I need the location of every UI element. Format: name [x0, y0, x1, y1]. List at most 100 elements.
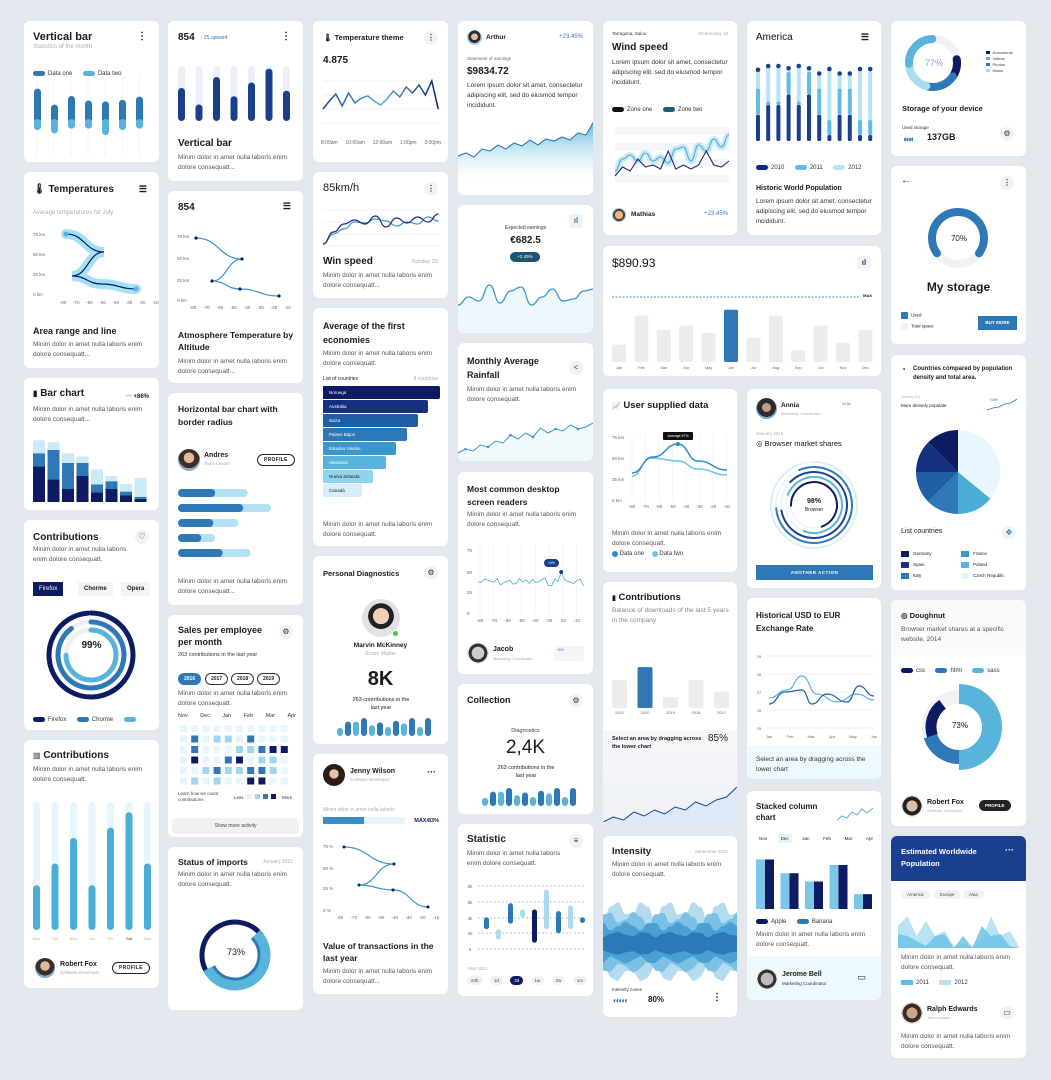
x-tick: -70	[350, 915, 357, 920]
buy-more-button[interactable]: BUY MORE	[978, 316, 1017, 330]
month-tab[interactable]: Nov	[756, 834, 770, 843]
band	[615, 127, 729, 135]
mini-bar-chart	[482, 788, 576, 806]
navigator-line-chart[interactable]	[603, 582, 737, 825]
profile-button[interactable]: PROFILE	[979, 800, 1011, 811]
day-label: Mon	[33, 936, 41, 941]
mini-bar	[498, 791, 504, 806]
y-tick: 75 km	[612, 435, 625, 440]
card-date: Sunday 23	[411, 259, 438, 265]
another-action-button[interactable]: ANOTHER ACTION	[756, 565, 873, 580]
message-icon[interactable]: ▭	[857, 972, 866, 983]
heatmap-cell	[224, 725, 232, 732]
stacked-segment	[756, 69, 760, 89]
month-tab[interactable]: Apr	[863, 834, 876, 843]
month-tab[interactable]: Dec	[777, 834, 792, 843]
heatmap-cell	[236, 746, 243, 753]
bar-value	[33, 885, 40, 930]
profile-button[interactable]: PROFILE	[112, 962, 150, 974]
range-tab[interactable]: 1m	[572, 976, 587, 985]
x-tick: -70	[203, 305, 210, 310]
mini-bar	[514, 795, 520, 806]
heatmap-cell	[191, 777, 199, 785]
mini-bar	[377, 722, 383, 736]
countries-compared-card: ◔ Countries compared by population densi…	[891, 355, 1026, 590]
data-point	[554, 427, 557, 431]
stacked-segment	[776, 66, 781, 102]
download-contributions-card: ▮ Contributions Balance of downloads of …	[603, 582, 737, 825]
legend-swatch	[901, 980, 913, 986]
stacked-segment	[796, 101, 801, 105]
data-point	[357, 883, 361, 887]
more-vertical-icon[interactable]: ⋮	[712, 992, 722, 1003]
month-tab[interactable]: Feb	[820, 834, 834, 843]
stacked-segment	[807, 94, 811, 141]
heatmap-cell	[213, 767, 221, 774]
mini-bar	[506, 788, 512, 806]
card-description: Minim dolor in amet nulla laboris enim d…	[33, 341, 143, 358]
ring-value: 99%	[81, 640, 102, 651]
contributions-card: Contributions ♡ Minim dolor in amet null…	[24, 520, 159, 730]
range-bar	[484, 917, 489, 930]
stacked-segment	[858, 120, 862, 135]
range-tab[interactable]: 24h	[467, 976, 483, 985]
month-tab[interactable]: Jan	[799, 834, 812, 843]
heatmap-cell	[269, 735, 277, 743]
stacked-segment	[817, 114, 822, 141]
earnings-area-chart	[458, 121, 593, 186]
mini-bar	[409, 718, 415, 736]
country-bar: Australia	[323, 400, 429, 413]
settings-icon[interactable]: ⚙	[1000, 127, 1014, 141]
badge-text: +8%	[557, 648, 565, 652]
card-description: Minim dolor in amet nulla laboris enim d…	[612, 530, 722, 547]
bar-value	[178, 519, 214, 527]
heatmap-cell	[236, 735, 243, 743]
mini-bar	[337, 727, 343, 736]
stacked-segment	[33, 440, 45, 454]
apple-bar	[863, 894, 872, 909]
bar-data-two	[68, 119, 75, 129]
day-label: Sun	[144, 936, 151, 941]
mini-bar	[425, 718, 431, 736]
weekly-contributions-card: ▥ Contributions Minim dolor in amet null…	[24, 740, 159, 988]
message-icon[interactable]: ▭	[1000, 1006, 1014, 1020]
range-tab[interactable]: 3d	[510, 976, 524, 985]
stacked-segment	[134, 498, 147, 502]
heatmap-cell	[236, 767, 243, 774]
move-icon[interactable]: ✥	[1002, 526, 1016, 540]
show-more-activity-button[interactable]: Show more activity	[172, 818, 299, 834]
legend-item: Poland	[961, 559, 1021, 570]
heatmap-cell	[191, 746, 199, 753]
country-funnel: Noruega Australia Suiza Paises Bajos Estados…	[323, 386, 440, 498]
legend-item: Germany	[901, 548, 961, 559]
month-label: Mar	[661, 366, 668, 370]
stacked-segment	[756, 114, 760, 141]
list-count: 8 countries	[413, 376, 438, 382]
range-tab[interactable]: 1d	[489, 976, 503, 985]
month-label: Jul	[751, 366, 756, 370]
heatmap-cell	[202, 735, 210, 743]
stacked-segment	[134, 477, 147, 497]
change-badge: +23.45%	[704, 211, 728, 217]
legend-swatch	[961, 561, 969, 568]
user-role: Marketing Coordinator	[782, 981, 827, 986]
y-tick: 0 %	[323, 908, 331, 913]
month-label: Dec	[862, 366, 869, 370]
legend-label: Spain	[913, 562, 925, 567]
selection-hint: Select an area by dragging across the lo…	[756, 756, 866, 773]
stacked-segment	[105, 481, 118, 489]
learn-link[interactable]: Learn how we count contributions	[178, 791, 228, 803]
data-point	[342, 845, 346, 849]
range-tab[interactable]: 1w	[530, 976, 545, 985]
y-tick: 4k	[468, 916, 474, 921]
bar-value	[178, 88, 185, 121]
card-title: Vertical bar	[178, 138, 232, 149]
ring-arc	[770, 461, 858, 549]
wind-speed-card: 85km/h ⋮ Win speed Sunday 23 Minim dolor…	[313, 172, 448, 298]
legend-swatch	[901, 312, 908, 319]
cap-dot	[806, 65, 812, 71]
expected-earnings-card: ıl Expected earnings €682.5 +2.45%	[458, 205, 593, 333]
month-tab[interactable]: Mar	[842, 834, 856, 843]
range-tab[interactable]: 2w	[551, 976, 566, 985]
stacked-segment	[807, 72, 811, 95]
